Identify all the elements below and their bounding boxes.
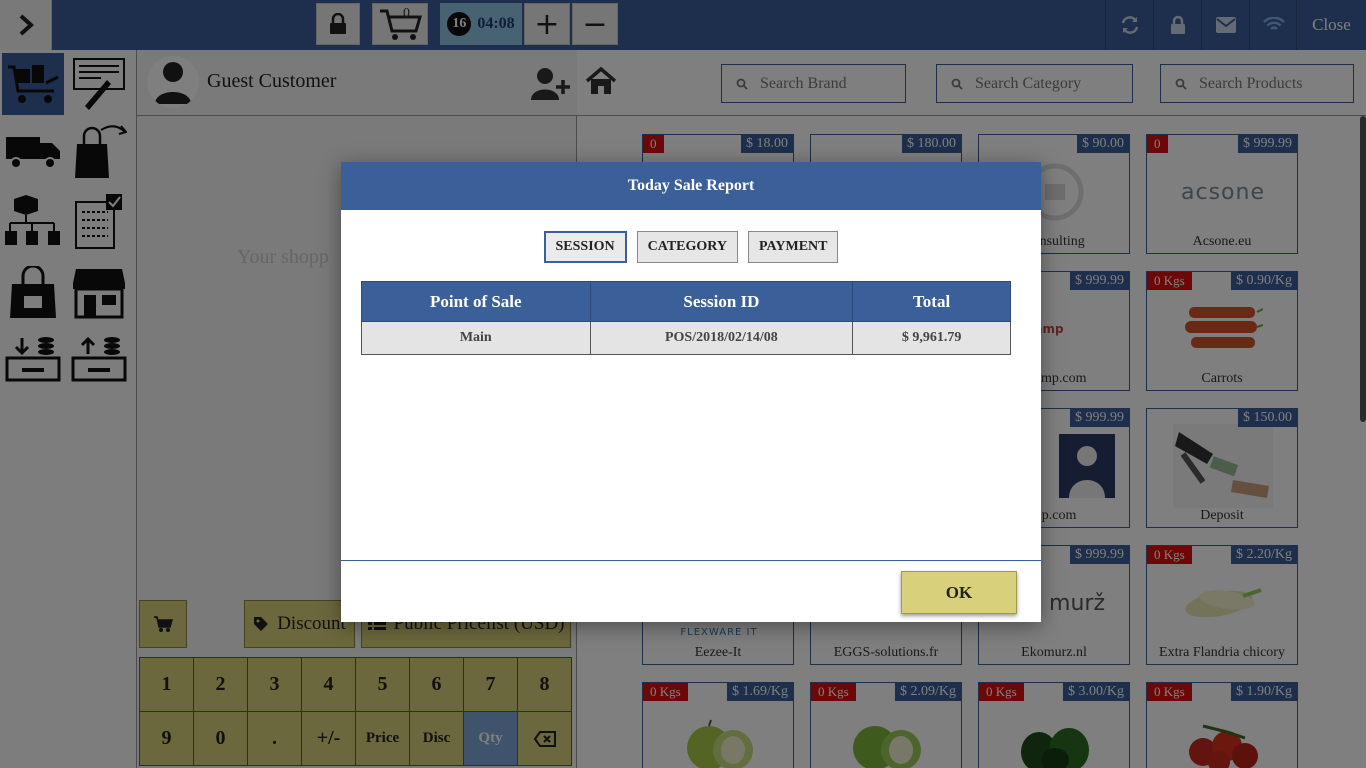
report-tabs: SESSION CATEGORY PAYMENT <box>341 231 1041 263</box>
ok-button[interactable]: OK <box>901 571 1017 614</box>
cell-total: $ 9,961.79 <box>852 321 1011 355</box>
table-header-row: Point of Sale Session ID Total <box>361 281 1011 322</box>
tab-session[interactable]: SESSION <box>543 231 627 263</box>
session-report-table: Point of Sale Session ID Total Main POS/… <box>361 281 1011 355</box>
column-header-point-of-sale: Point of Sale <box>361 281 591 322</box>
column-header-session-id: Session ID <box>589 281 854 322</box>
today-sale-report-dialog: Today Sale Report SESSION CATEGORY PAYME… <box>341 162 1041 622</box>
cell-point-of-sale: Main <box>361 321 591 355</box>
table-row: Main POS/2018/02/14/08 $ 9,961.79 <box>361 321 1011 355</box>
cell-session-id: POS/2018/02/14/08 <box>589 321 854 355</box>
dialog-title: Today Sale Report <box>341 162 1041 210</box>
column-header-total: Total <box>852 281 1011 322</box>
dialog-footer: OK <box>341 560 1041 622</box>
tab-category[interactable]: CATEGORY <box>636 231 739 263</box>
tab-payment[interactable]: PAYMENT <box>748 231 839 263</box>
